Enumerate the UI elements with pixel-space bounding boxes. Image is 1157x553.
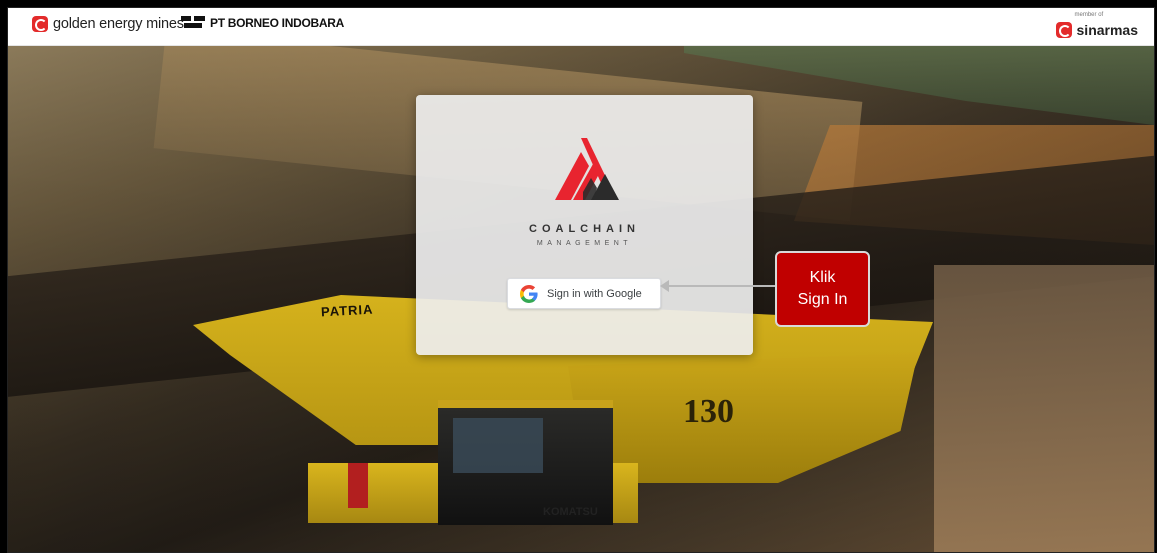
instruction-callout: Klik Sign In	[775, 251, 870, 327]
borneo-brand-text: PT BORNEO INDOBARA	[210, 16, 344, 30]
login-card: COALCHAIN MANAGEMENT Sign in with Google	[416, 95, 753, 355]
callout-line-1: Klik	[809, 269, 836, 286]
screenshot-frame: golden energy mines PT BORNEO INDOBARA m…	[7, 7, 1155, 553]
callout-arrow-line	[668, 285, 778, 287]
truck-brand-label: PATRIA	[320, 301, 374, 320]
app-name: COALCHAIN	[529, 223, 640, 235]
truck-number-label: 130	[683, 393, 734, 430]
sign-in-with-google-button[interactable]: Sign in with Google	[507, 278, 661, 309]
google-button-label: Sign in with Google	[547, 287, 642, 300]
fire-extinguisher	[348, 463, 368, 508]
borneo-indobara-logo: PT BORNEO INDOBARA	[181, 16, 344, 30]
gem-brand-text: golden energy mines	[53, 16, 184, 32]
gem-logo-icon	[32, 16, 48, 32]
callout-line-2: Sign In	[797, 291, 848, 308]
sinarmas-logo: member of sinarmas	[1055, 12, 1138, 38]
sinarmas-brand-text: sinarmas	[1076, 22, 1138, 38]
header-bar: golden energy mines PT BORNEO INDOBARA m…	[8, 8, 1154, 46]
golden-energy-mines-logo: golden energy mines	[32, 16, 184, 32]
truck-maker-label: KOMATSU	[543, 506, 598, 518]
google-g-icon	[520, 284, 538, 303]
sinarmas-logo-icon	[1055, 22, 1072, 38]
borneo-logo-icon	[181, 16, 205, 30]
app-subtitle: MANAGEMENT	[536, 240, 633, 247]
coalchain-logo-icon	[555, 138, 619, 200]
member-of-text: member of	[1074, 12, 1104, 18]
